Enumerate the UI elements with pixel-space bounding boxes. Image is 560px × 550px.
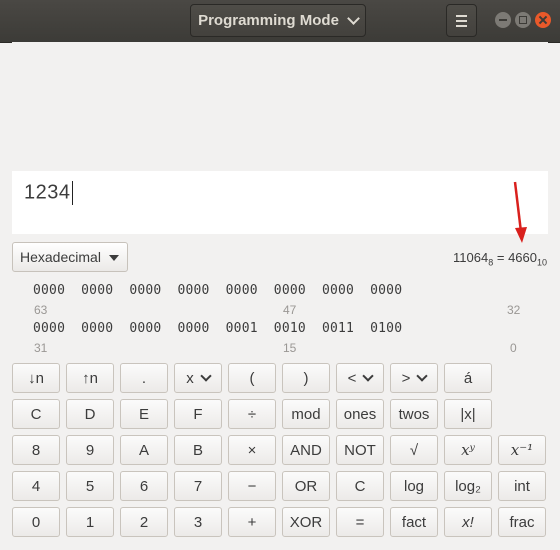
and-button[interactable]: AND (282, 435, 330, 465)
calculator-display[interactable]: 1234 (12, 171, 548, 234)
chevron-down-icon (347, 12, 360, 25)
bit-row-low[interactable]: 0000 0000 0000 0000 0001 0010 0011 0100 (33, 321, 402, 336)
digit-8-button[interactable]: 8 (12, 435, 60, 465)
inverse-button[interactable]: x⁻¹ (498, 435, 546, 465)
twos-complement-button[interactable]: twos (390, 399, 438, 429)
fraction-button[interactable]: frac (498, 507, 546, 537)
close-button[interactable] (535, 12, 551, 28)
power-button[interactable]: xʸ (444, 435, 492, 465)
digit-6-button[interactable]: 6 (120, 471, 168, 501)
decimal-subscript: 10 (536, 257, 547, 268)
digit-0-button[interactable]: 0 (12, 507, 60, 537)
shift-left-label: < (347, 369, 357, 387)
digit-7-button[interactable]: 7 (174, 471, 222, 501)
integer-button[interactable]: int (498, 471, 546, 501)
equals-sign: = (493, 250, 509, 265)
digit-9-button[interactable]: 9 (66, 435, 114, 465)
digit-d-button[interactable]: D (66, 399, 114, 429)
dropdown-arrow-icon (109, 255, 119, 261)
digit-4-button[interactable]: 4 (12, 471, 60, 501)
variable-label: x (186, 369, 194, 387)
mode-label: Programming Mode (198, 12, 339, 29)
digit-e-button[interactable]: E (120, 399, 168, 429)
decimal-point-button[interactable]: . (120, 363, 168, 393)
title-bar: Programming Mode (0, 0, 560, 43)
shift-left-menu-button[interactable]: < (336, 363, 384, 393)
chevron-down-icon (200, 370, 212, 382)
number-base-select[interactable]: Hexadecimal (12, 242, 128, 272)
decimal-value: 4660 (508, 250, 537, 265)
subtract-button[interactable]: − (228, 471, 276, 501)
log2-button[interactable]: log₂ (444, 471, 492, 501)
mode-selector-button[interactable]: Programming Mode (190, 4, 366, 37)
text-cursor (71, 181, 73, 205)
bit-label-47: 47 (283, 303, 297, 317)
digit-5-button[interactable]: 5 (66, 471, 114, 501)
factorize-button[interactable]: fact (390, 507, 438, 537)
bit-label-31: 31 (34, 341, 48, 355)
digit-f-button[interactable]: F (174, 399, 222, 429)
log-button[interactable]: log (390, 471, 438, 501)
bit-label-32: 32 (507, 303, 521, 317)
chevron-down-icon (416, 370, 429, 382)
minimize-button[interactable] (495, 12, 511, 28)
shift-up-button[interactable]: ↑n (66, 363, 114, 393)
square-root-button[interactable]: √ (390, 435, 438, 465)
octal-value: 11064 (453, 250, 489, 265)
shift-right-menu-button[interactable]: > (390, 363, 438, 393)
menu-button[interactable] (446, 4, 477, 37)
shift-down-button[interactable]: ↓n (12, 363, 60, 393)
history-area (12, 42, 548, 171)
open-paren-button[interactable]: ( (228, 363, 276, 393)
digit-3-button[interactable]: 3 (174, 507, 222, 537)
add-button[interactable]: + (228, 507, 276, 537)
or-button[interactable]: OR (282, 471, 330, 501)
character-button[interactable]: á (444, 363, 492, 393)
bit-label-15: 15 (283, 341, 297, 355)
bit-label-63: 63 (34, 303, 48, 317)
bit-row-high[interactable]: 0000 0000 0000 0000 0000 0000 0000 0000 (33, 283, 402, 298)
clear-button[interactable]: C (336, 471, 384, 501)
not-button[interactable]: NOT (336, 435, 384, 465)
variable-menu-button[interactable]: x (174, 363, 222, 393)
xor-button[interactable]: XOR (282, 507, 330, 537)
absolute-value-button[interactable]: |x| (444, 399, 492, 429)
chevron-down-icon (362, 370, 375, 382)
annotation-arrow-icon (513, 181, 527, 243)
display-value: 1234 (24, 181, 71, 204)
modulus-button[interactable]: mod (282, 399, 330, 429)
digit-c-button[interactable]: C (12, 399, 60, 429)
ones-complement-button[interactable]: ones (336, 399, 384, 429)
multiply-button[interactable]: × (228, 435, 276, 465)
number-base-value: Hexadecimal (20, 249, 101, 265)
equals-button[interactable]: = (336, 507, 384, 537)
digit-a-button[interactable]: A (120, 435, 168, 465)
digit-b-button[interactable]: B (174, 435, 222, 465)
hamburger-menu-icon (456, 14, 467, 17)
close-paren-button[interactable]: ) (282, 363, 330, 393)
display-value-wrap: 1234 (24, 181, 73, 205)
digit-2-button[interactable]: 2 (120, 507, 168, 537)
shift-right-label: > (401, 369, 411, 387)
bit-label-0: 0 (510, 341, 517, 355)
divide-button[interactable]: ÷ (228, 399, 276, 429)
factorial-button[interactable]: x! (444, 507, 492, 537)
digit-1-button[interactable]: 1 (66, 507, 114, 537)
maximize-button[interactable] (515, 12, 531, 28)
base-conversion-readout: 110648 = 466010 (453, 250, 547, 268)
